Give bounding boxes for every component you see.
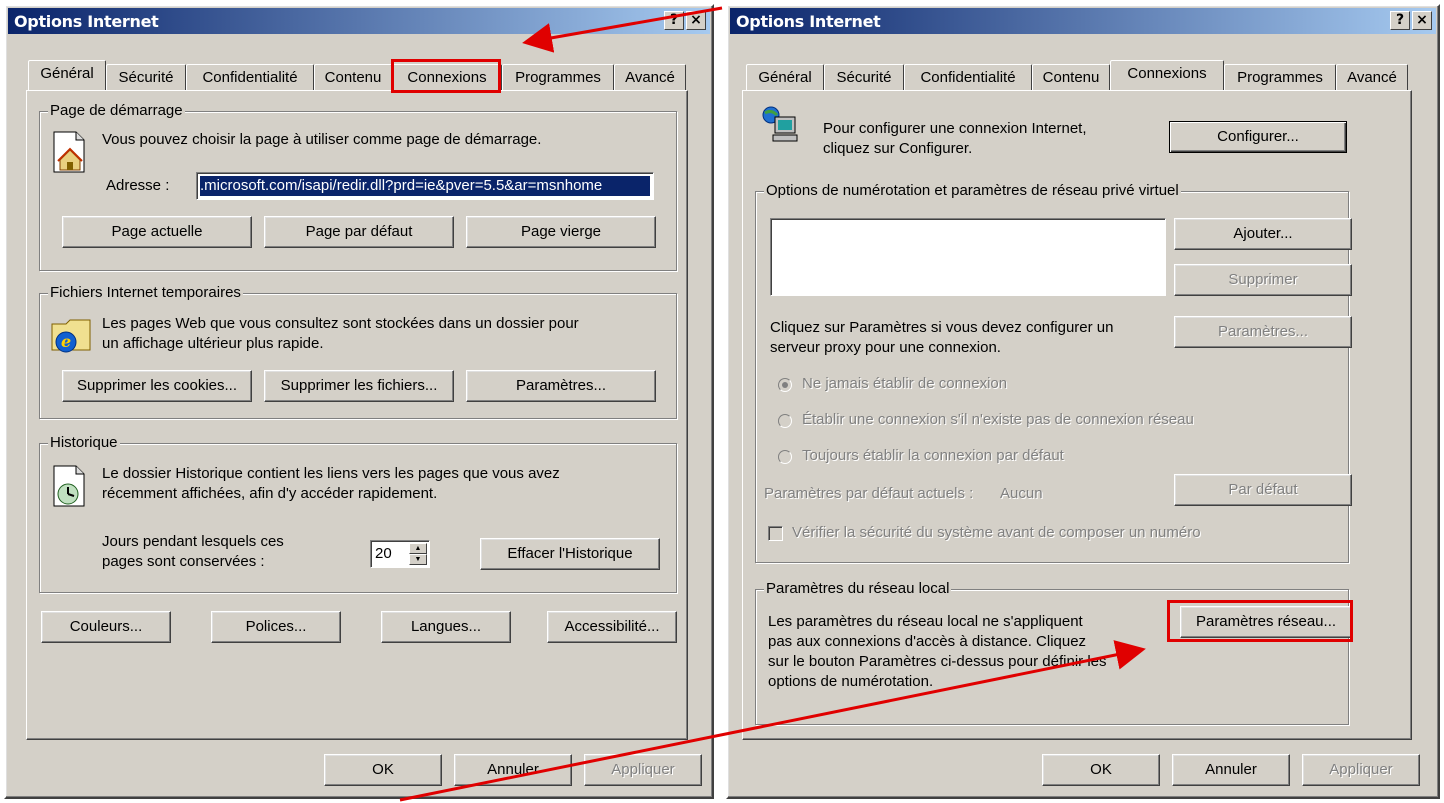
tab-panel-connections: Pour configurer une connexion Internet, … [742, 90, 1412, 740]
close-button[interactable]: × [1412, 11, 1432, 30]
home-page-description: Vous pouvez choisir la page à utiliser c… [102, 131, 542, 148]
apply-button[interactable]: Appliquer [584, 754, 702, 786]
connections-list[interactable] [770, 218, 1166, 296]
cancel-button[interactable]: Annuler [1172, 754, 1290, 786]
remove-connection-button[interactable]: Supprimer [1174, 264, 1352, 296]
default-page-button[interactable]: Page par défaut [264, 216, 454, 248]
history-days-label-2: pages sont conservées : [102, 553, 265, 570]
add-connection-button[interactable]: Ajouter... [1174, 218, 1352, 250]
ok-button[interactable]: OK [1042, 754, 1160, 786]
cancel-button[interactable]: Annuler [454, 754, 572, 786]
group-history: Historique Le dossier Historique contien… [39, 434, 677, 593]
languages-button[interactable]: Langues... [381, 611, 511, 643]
fonts-button[interactable]: Polices... [211, 611, 341, 643]
radio-never-dial[interactable] [778, 378, 792, 392]
help-button[interactable]: ? [664, 11, 684, 30]
proxy-settings-button[interactable]: Paramètres... [1174, 316, 1352, 348]
window-title: Options Internet [14, 12, 159, 31]
lan-description-4: options de numérotation. [768, 673, 934, 690]
tab-panel-general: Page de démarrage Vous pouvez choisir la… [26, 90, 688, 740]
address-label: Adresse : [106, 177, 170, 194]
configure-button[interactable]: Configurer... [1169, 121, 1347, 153]
apply-button[interactable]: Appliquer [1302, 754, 1420, 786]
stepper-down-icon[interactable]: ▼ [409, 554, 427, 565]
current-default-value: Aucun [1000, 485, 1043, 502]
radio-dial-when-no-network[interactable] [778, 414, 792, 428]
group-history-legend: Historique [48, 434, 120, 451]
address-value: .microsoft.com/isapi/redir.dll?prd=ie&pv… [200, 176, 650, 196]
radio-always-dial[interactable] [778, 450, 792, 464]
ok-button[interactable]: OK [324, 754, 442, 786]
delete-files-button[interactable]: Supprimer les fichiers... [264, 370, 454, 402]
current-page-button[interactable]: Page actuelle [62, 216, 252, 248]
tab-content[interactable]: Contenu [314, 64, 392, 90]
group-dialup-legend: Options de numérotation et paramètres de… [764, 182, 1181, 199]
tab-connections[interactable]: Connexions [1110, 60, 1224, 90]
set-default-button[interactable]: Par défaut [1174, 474, 1352, 506]
temp-files-description-2: un affichage ultérieur plus rapide. [102, 335, 324, 352]
history-description-1: Le dossier Historique contient les liens… [102, 465, 560, 482]
tab-privacy[interactable]: Confidentialité [186, 64, 314, 90]
internet-options-dialog-general: Options Internet ? × Général Sécurité Co… [4, 4, 714, 799]
window-title: Options Internet [736, 12, 881, 31]
lan-settings-button[interactable]: Paramètres réseau... [1180, 606, 1352, 638]
history-days-value: 20 [375, 545, 392, 562]
temp-settings-button[interactable]: Paramètres... [466, 370, 656, 402]
history-days-label-1: Jours pendant lesquels ces [102, 533, 284, 550]
tab-security[interactable]: Sécurité [824, 64, 904, 90]
colors-button[interactable]: Couleurs... [41, 611, 171, 643]
tab-general[interactable]: Général [28, 60, 106, 90]
radio-always-dial-label: Toujours établir la connexion par défaut [802, 447, 1064, 464]
title-bar: Options Internet ? × [730, 8, 1436, 34]
current-default-label: Paramètres par défaut actuels : [764, 485, 974, 502]
help-button[interactable]: ? [1390, 11, 1410, 30]
history-days-stepper[interactable]: 20 ▲ ▼ [370, 540, 430, 568]
tab-programs[interactable]: Programmes [502, 64, 614, 90]
internet-options-dialog-connections: Options Internet ? × Général Sécurité Co… [726, 4, 1440, 799]
group-home-page: Page de démarrage Vous pouvez choisir la… [39, 102, 677, 271]
blank-page-button[interactable]: Page vierge [466, 216, 656, 248]
tab-advanced[interactable]: Avancé [1336, 64, 1408, 90]
config-description-2: cliquez sur Configurer. [823, 140, 973, 157]
clear-history-button[interactable]: Effacer l'Historique [480, 538, 660, 570]
title-bar: Options Internet ? × [8, 8, 710, 34]
config-description-1: Pour configurer une connexion Internet, [823, 120, 1087, 137]
tab-programs[interactable]: Programmes [1224, 64, 1336, 90]
lan-description-1: Les paramètres du réseau local ne s'appl… [768, 613, 1083, 630]
delete-cookies-button[interactable]: Supprimer les cookies... [62, 370, 252, 402]
temp-files-description-1: Les pages Web que vous consultez sont st… [102, 315, 579, 332]
lan-description-2: pas aux connexions d'accès à distance. C… [768, 633, 1087, 650]
home-page-icon [53, 131, 85, 173]
tab-content[interactable]: Contenu [1032, 64, 1110, 90]
group-temp-files: Fichiers Internet temporaires e Les page… [39, 284, 677, 419]
group-temp-legend: Fichiers Internet temporaires [48, 284, 243, 301]
tab-security[interactable]: Sécurité [106, 64, 186, 90]
temp-files-folder-icon: e [51, 319, 91, 353]
close-button[interactable]: × [686, 11, 706, 30]
history-description-2: récemment affichées, afin d'y accéder ra… [102, 485, 438, 502]
radio-dial-when-no-network-label: Établir une connexion s'il n'existe pas … [802, 411, 1194, 428]
radio-never-dial-label: Ne jamais établir de connexion [802, 375, 1008, 392]
tab-advanced[interactable]: Avancé [614, 64, 686, 90]
svg-text:e: e [61, 332, 71, 351]
group-lan-legend: Paramètres du réseau local [764, 580, 952, 597]
group-dialup-vpn: Options de numérotation et paramètres de… [755, 182, 1352, 563]
security-check-checkbox[interactable] [768, 526, 783, 541]
stepper-up-icon[interactable]: ▲ [409, 543, 427, 554]
address-input[interactable]: .microsoft.com/isapi/redir.dll?prd=ie&pv… [196, 172, 654, 200]
history-icon [53, 465, 85, 507]
tab-connections[interactable]: Connexions [392, 64, 502, 90]
connection-computer-icon [762, 106, 798, 142]
tab-general[interactable]: Général [746, 64, 824, 90]
proxy-description-1: Cliquez sur Paramètres si vous devez con… [770, 319, 1114, 336]
lan-description-3: sur le bouton Paramètres ci-dessus pour … [768, 653, 1107, 670]
proxy-description-2: serveur proxy pour une connexion. [770, 339, 1001, 356]
group-lan-settings: Paramètres du réseau local Les paramètre… [755, 580, 1352, 725]
security-check-label: Vérifier la sécurité du système avant de… [792, 524, 1201, 541]
accessibility-button[interactable]: Accessibilité... [547, 611, 677, 643]
tab-privacy[interactable]: Confidentialité [904, 64, 1032, 90]
group-home-legend: Page de démarrage [48, 102, 185, 119]
